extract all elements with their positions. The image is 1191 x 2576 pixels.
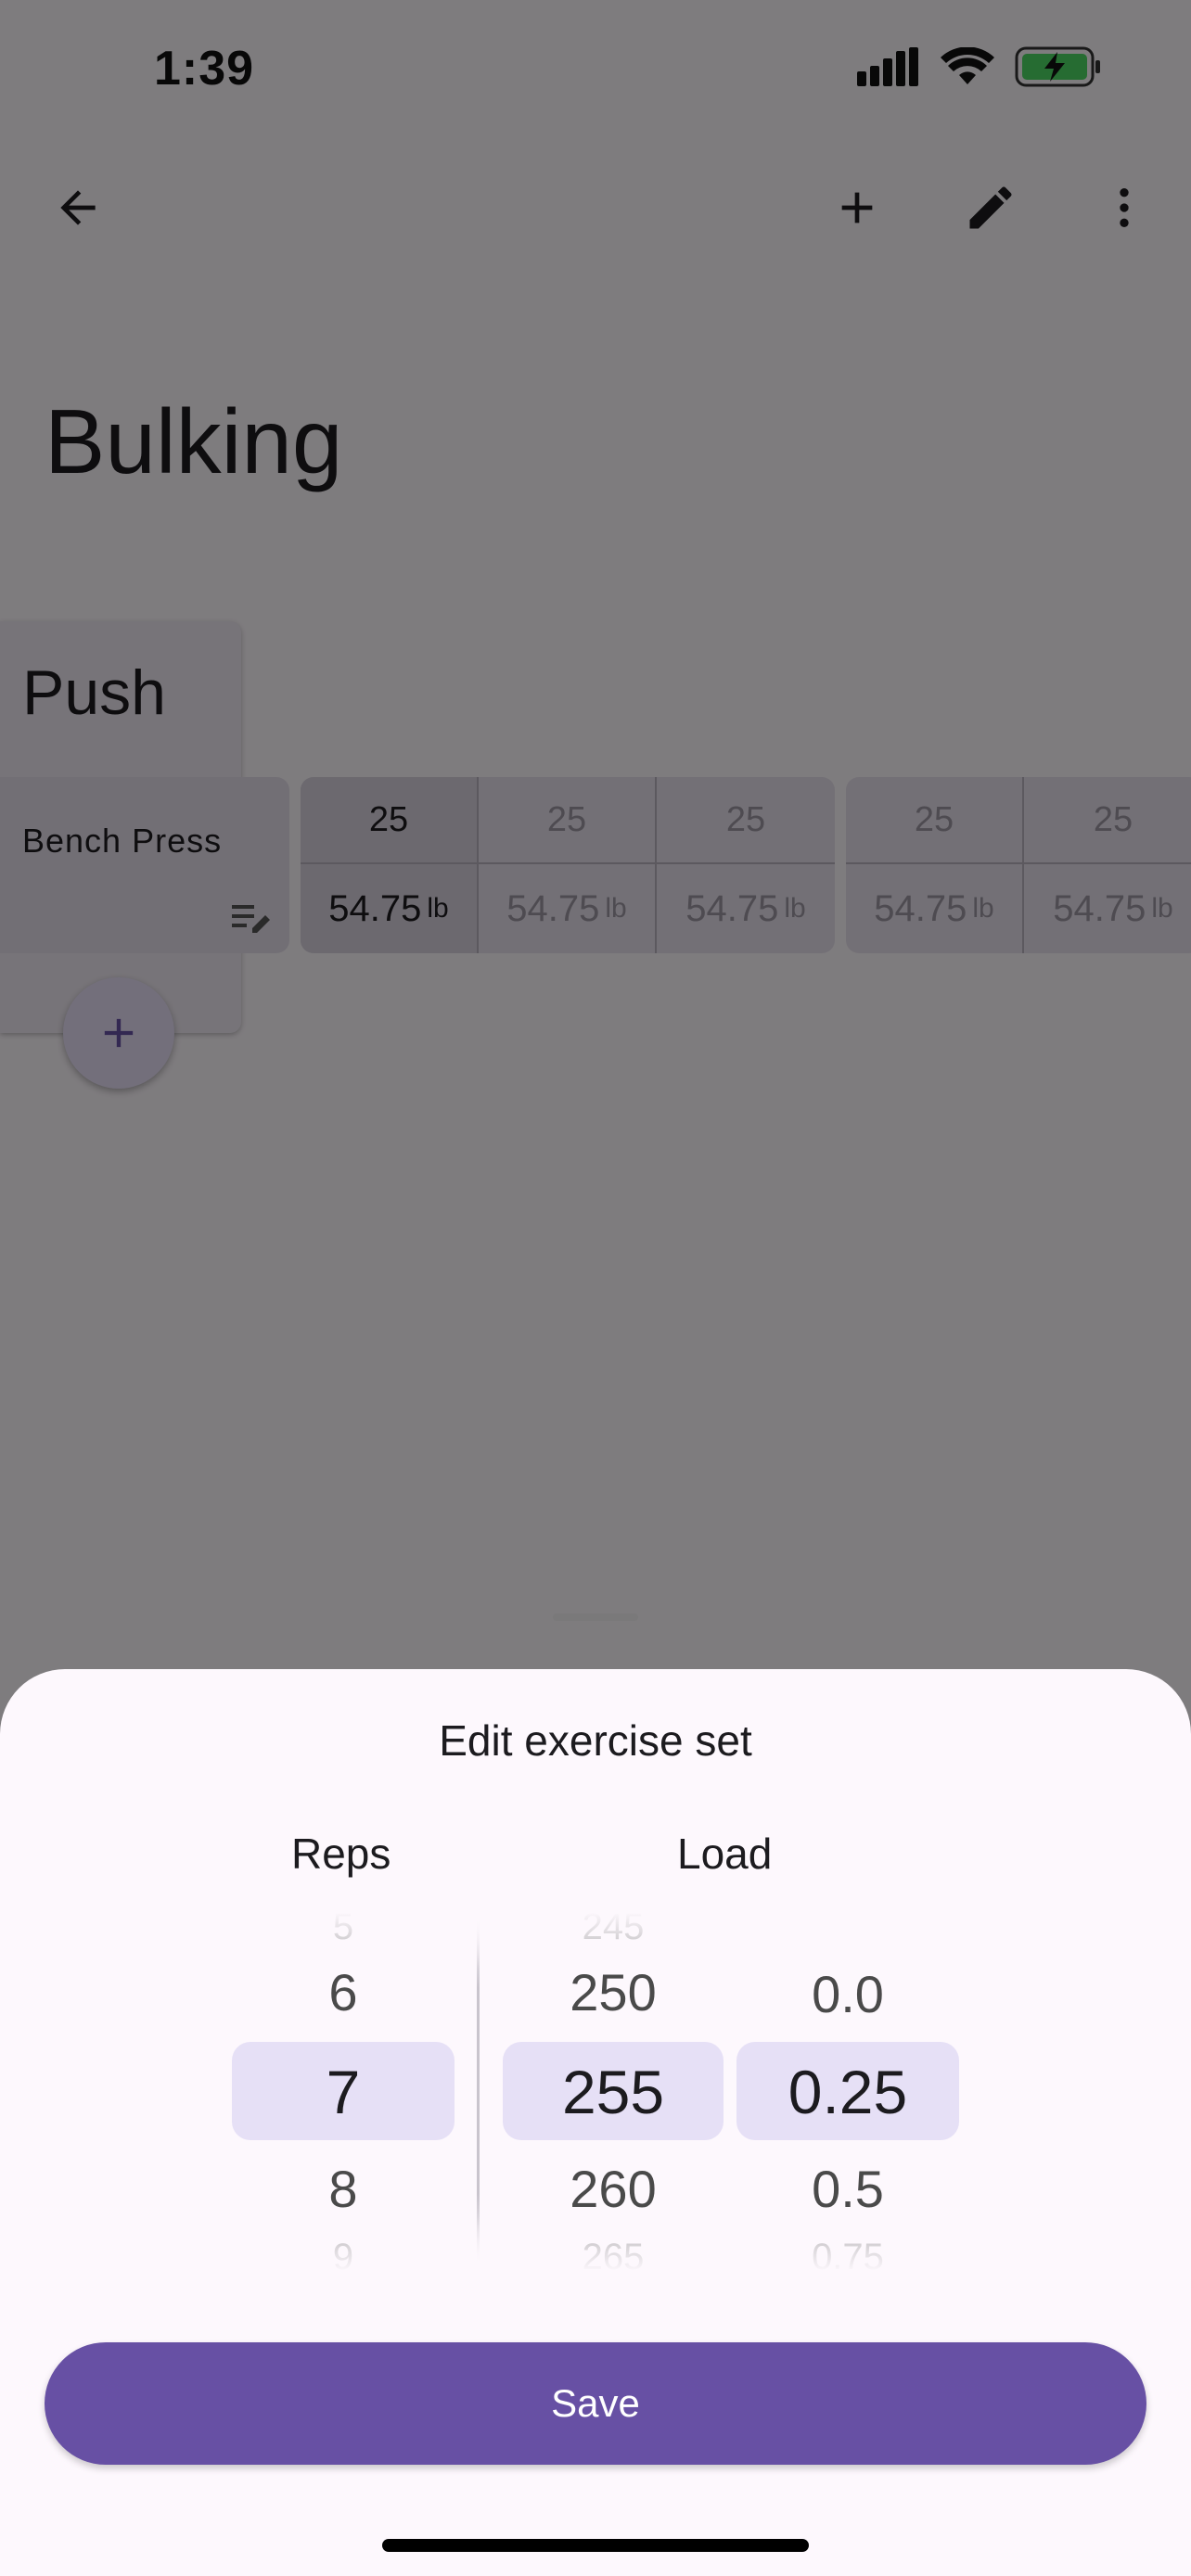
home-indicator xyxy=(382,2539,809,2552)
reps-label: Reps xyxy=(291,1830,391,1878)
picker-item[interactable]: 250 xyxy=(503,1962,724,2022)
picker-item[interactable]: 260 xyxy=(503,2159,724,2219)
picker-item[interactable]: 0.0 xyxy=(736,1964,959,2024)
picker-item-selected[interactable]: 7 xyxy=(232,2057,455,2127)
picker-item[interactable]: 6 xyxy=(232,1962,455,2022)
picker-divider xyxy=(477,1919,480,2263)
sheet-title: Edit exercise set xyxy=(439,1716,752,1765)
picker-item[interactable]: 8 xyxy=(232,2159,455,2219)
load-label: Load xyxy=(677,1830,773,1878)
picker-fade-bottom xyxy=(186,2216,1020,2272)
picker-item[interactable]: 0.5 xyxy=(736,2159,959,2219)
drag-handle[interactable] xyxy=(553,1613,638,1621)
picker-item-selected[interactable]: 0.25 xyxy=(736,2057,959,2127)
picker-fade-top xyxy=(186,1912,1020,1968)
save-button[interactable]: Save xyxy=(45,2342,1146,2465)
picker-item-selected[interactable]: 255 xyxy=(503,2057,724,2127)
